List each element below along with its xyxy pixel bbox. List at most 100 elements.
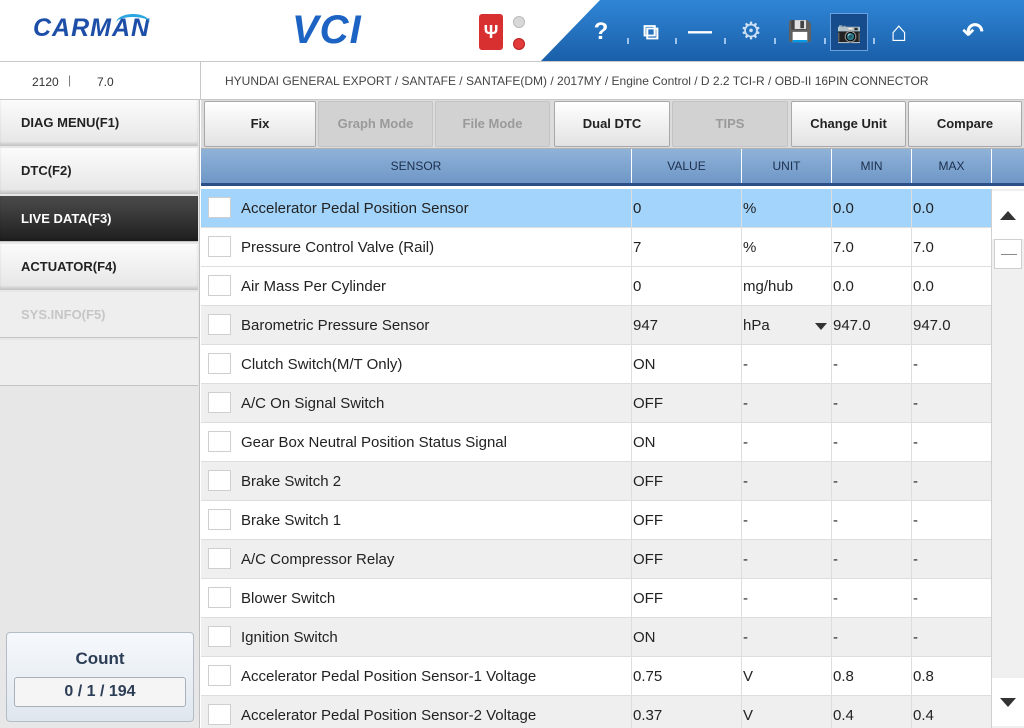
minimize-icon[interactable]: — (681, 13, 719, 51)
table-row[interactable]: A/C On Signal Switch OFF - - - (201, 384, 991, 423)
toolbar-separator (627, 38, 629, 44)
table-row[interactable]: Accelerator Pedal Position Sensor-2 Volt… (201, 696, 991, 728)
tips-button[interactable]: TIPS (672, 101, 788, 147)
table-row[interactable]: Gear Box Neutral Position Status Signal … (201, 423, 991, 462)
scroll-up-button[interactable] (992, 191, 1024, 239)
sensor-value: ON (632, 345, 742, 384)
sensor-unit: - (742, 579, 832, 618)
sensor-unit: - (742, 618, 832, 657)
sensor-min: - (832, 345, 912, 384)
fix-button[interactable]: Fix (204, 101, 316, 147)
sensor-value: OFF (632, 579, 742, 618)
sensor-unit: - (742, 384, 832, 423)
row-checkbox[interactable] (208, 587, 231, 608)
sensor-min: - (832, 540, 912, 579)
dual-dtc-button[interactable]: Dual DTC (554, 101, 670, 147)
row-checkbox[interactable] (208, 353, 231, 374)
info-divider (200, 62, 201, 100)
sensor-name: A/C Compressor Relay (241, 540, 632, 579)
row-checkbox[interactable] (208, 236, 231, 257)
screenshot-icon[interactable]: 📷 (830, 13, 868, 51)
sensor-value: OFF (632, 501, 742, 540)
sensor-min: - (832, 384, 912, 423)
sensor-max: - (913, 434, 918, 451)
row-checkbox[interactable] (208, 275, 231, 296)
change-unit-button[interactable]: Change Unit (791, 101, 906, 147)
row-checkbox[interactable] (208, 509, 231, 530)
sensor-min: - (832, 501, 912, 540)
graph-mode-button[interactable]: Graph Mode (318, 101, 433, 147)
unit-dropdown[interactable]: hPa (742, 306, 832, 345)
scroll-thumb[interactable] (994, 239, 1022, 269)
sensor-min: 0.4 (832, 696, 912, 728)
table-row[interactable]: A/C Compressor Relay OFF - - - (201, 540, 991, 579)
help-icon[interactable]: ? (582, 13, 620, 51)
table-row[interactable]: Clutch Switch(M/T Only) ON - - - (201, 345, 991, 384)
table-row[interactable]: Pressure Control Valve (Rail) 7 % 7.0 7.… (201, 228, 991, 267)
table-row[interactable]: Air Mass Per Cylinder 0 mg/hub 0.0 0.0 (201, 267, 991, 306)
table-header: SENSOR VALUE UNIT MIN MAX (201, 149, 1024, 186)
sensor-max: 0.0 (913, 278, 934, 295)
window-icon[interactable]: ⧉ (632, 13, 670, 51)
sensor-unit: V (742, 696, 832, 728)
table-scrollbar[interactable] (991, 189, 1024, 728)
row-checkbox[interactable] (208, 197, 231, 218)
menu-sys-info: SYS.INFO(F5) (0, 292, 198, 338)
row-checkbox[interactable] (208, 704, 231, 725)
sensor-min: - (832, 462, 912, 501)
back-icon[interactable]: ↶ (954, 13, 992, 51)
settings-icon[interactable]: ⚙ (732, 13, 770, 51)
header-value[interactable]: VALUE (632, 149, 742, 183)
table-row[interactable]: Blower Switch OFF - - - (201, 579, 991, 618)
table-row[interactable]: Barometric Pressure Sensor 947 hPa 947.0… (201, 306, 991, 345)
header-max[interactable]: MAX (912, 149, 992, 183)
vehicle-code: 2120 (32, 75, 59, 89)
compare-button[interactable]: Compare (908, 101, 1022, 147)
row-checkbox[interactable] (208, 392, 231, 413)
menu-live-data[interactable]: LIVE DATA(F3) (0, 196, 198, 242)
menu-actuator[interactable]: ACTUATOR(F4) (0, 244, 198, 290)
table-row[interactable]: Accelerator Pedal Position Sensor 0 % 0.… (201, 189, 991, 228)
header-min[interactable]: MIN (832, 149, 912, 183)
sensor-min: 0.0 (832, 189, 912, 228)
function-button-bar: Fix Graph Mode File Mode Dual DTC TIPS C… (201, 100, 1024, 149)
save-icon[interactable]: 💾 (781, 13, 819, 51)
sensor-max: - (913, 512, 918, 529)
scroll-down-button[interactable] (992, 678, 1024, 726)
sensor-min: - (832, 618, 912, 657)
table-row[interactable]: Brake Switch 1 OFF - - - (201, 501, 991, 540)
toolbar-separator (873, 38, 875, 44)
table-row[interactable]: Accelerator Pedal Position Sensor-1 Volt… (201, 657, 991, 696)
row-checkbox[interactable] (208, 431, 231, 452)
home-icon[interactable]: ⌂ (880, 13, 918, 51)
table-row[interactable]: Brake Switch 2 OFF - - - (201, 462, 991, 501)
row-checkbox[interactable] (208, 665, 231, 686)
row-checkbox[interactable] (208, 626, 231, 647)
row-checkbox[interactable] (208, 470, 231, 491)
app-header: CARMAN VCI Ψ ? ⧉ — ⚙ 💾 📷 ⌂ ↶ (0, 0, 1024, 62)
menu-dtc[interactable]: DTC(F2) (0, 148, 198, 194)
menu-diag-menu[interactable]: DIAG MENU(F1) (0, 100, 198, 146)
table-row[interactable]: Ignition Switch ON - - - (201, 618, 991, 657)
sensor-max: - (913, 473, 918, 490)
toolbar-separator (824, 38, 826, 44)
sensor-name: Accelerator Pedal Position Sensor-1 Volt… (241, 657, 632, 696)
header-sensor[interactable]: SENSOR (201, 149, 632, 183)
sensor-unit: - (742, 423, 832, 462)
sensor-value: OFF (632, 462, 742, 501)
sensor-value: 0.37 (632, 696, 742, 728)
arrow-down-icon (1000, 698, 1016, 707)
sensor-value: OFF (632, 384, 742, 423)
sensor-unit: - (742, 345, 832, 384)
chevron-down-icon[interactable] (815, 323, 827, 330)
toolbar-separator (724, 38, 726, 44)
file-mode-button[interactable]: File Mode (435, 101, 550, 147)
sensor-name: Air Mass Per Cylinder (241, 267, 632, 306)
sensor-unit: - (742, 540, 832, 579)
row-checkbox[interactable] (208, 314, 231, 335)
sensor-value: 7 (632, 228, 742, 267)
header-unit[interactable]: UNIT (742, 149, 832, 183)
sensor-max: 0.8 (913, 668, 934, 685)
sensor-name: Accelerator Pedal Position Sensor-2 Volt… (241, 696, 632, 728)
row-checkbox[interactable] (208, 548, 231, 569)
